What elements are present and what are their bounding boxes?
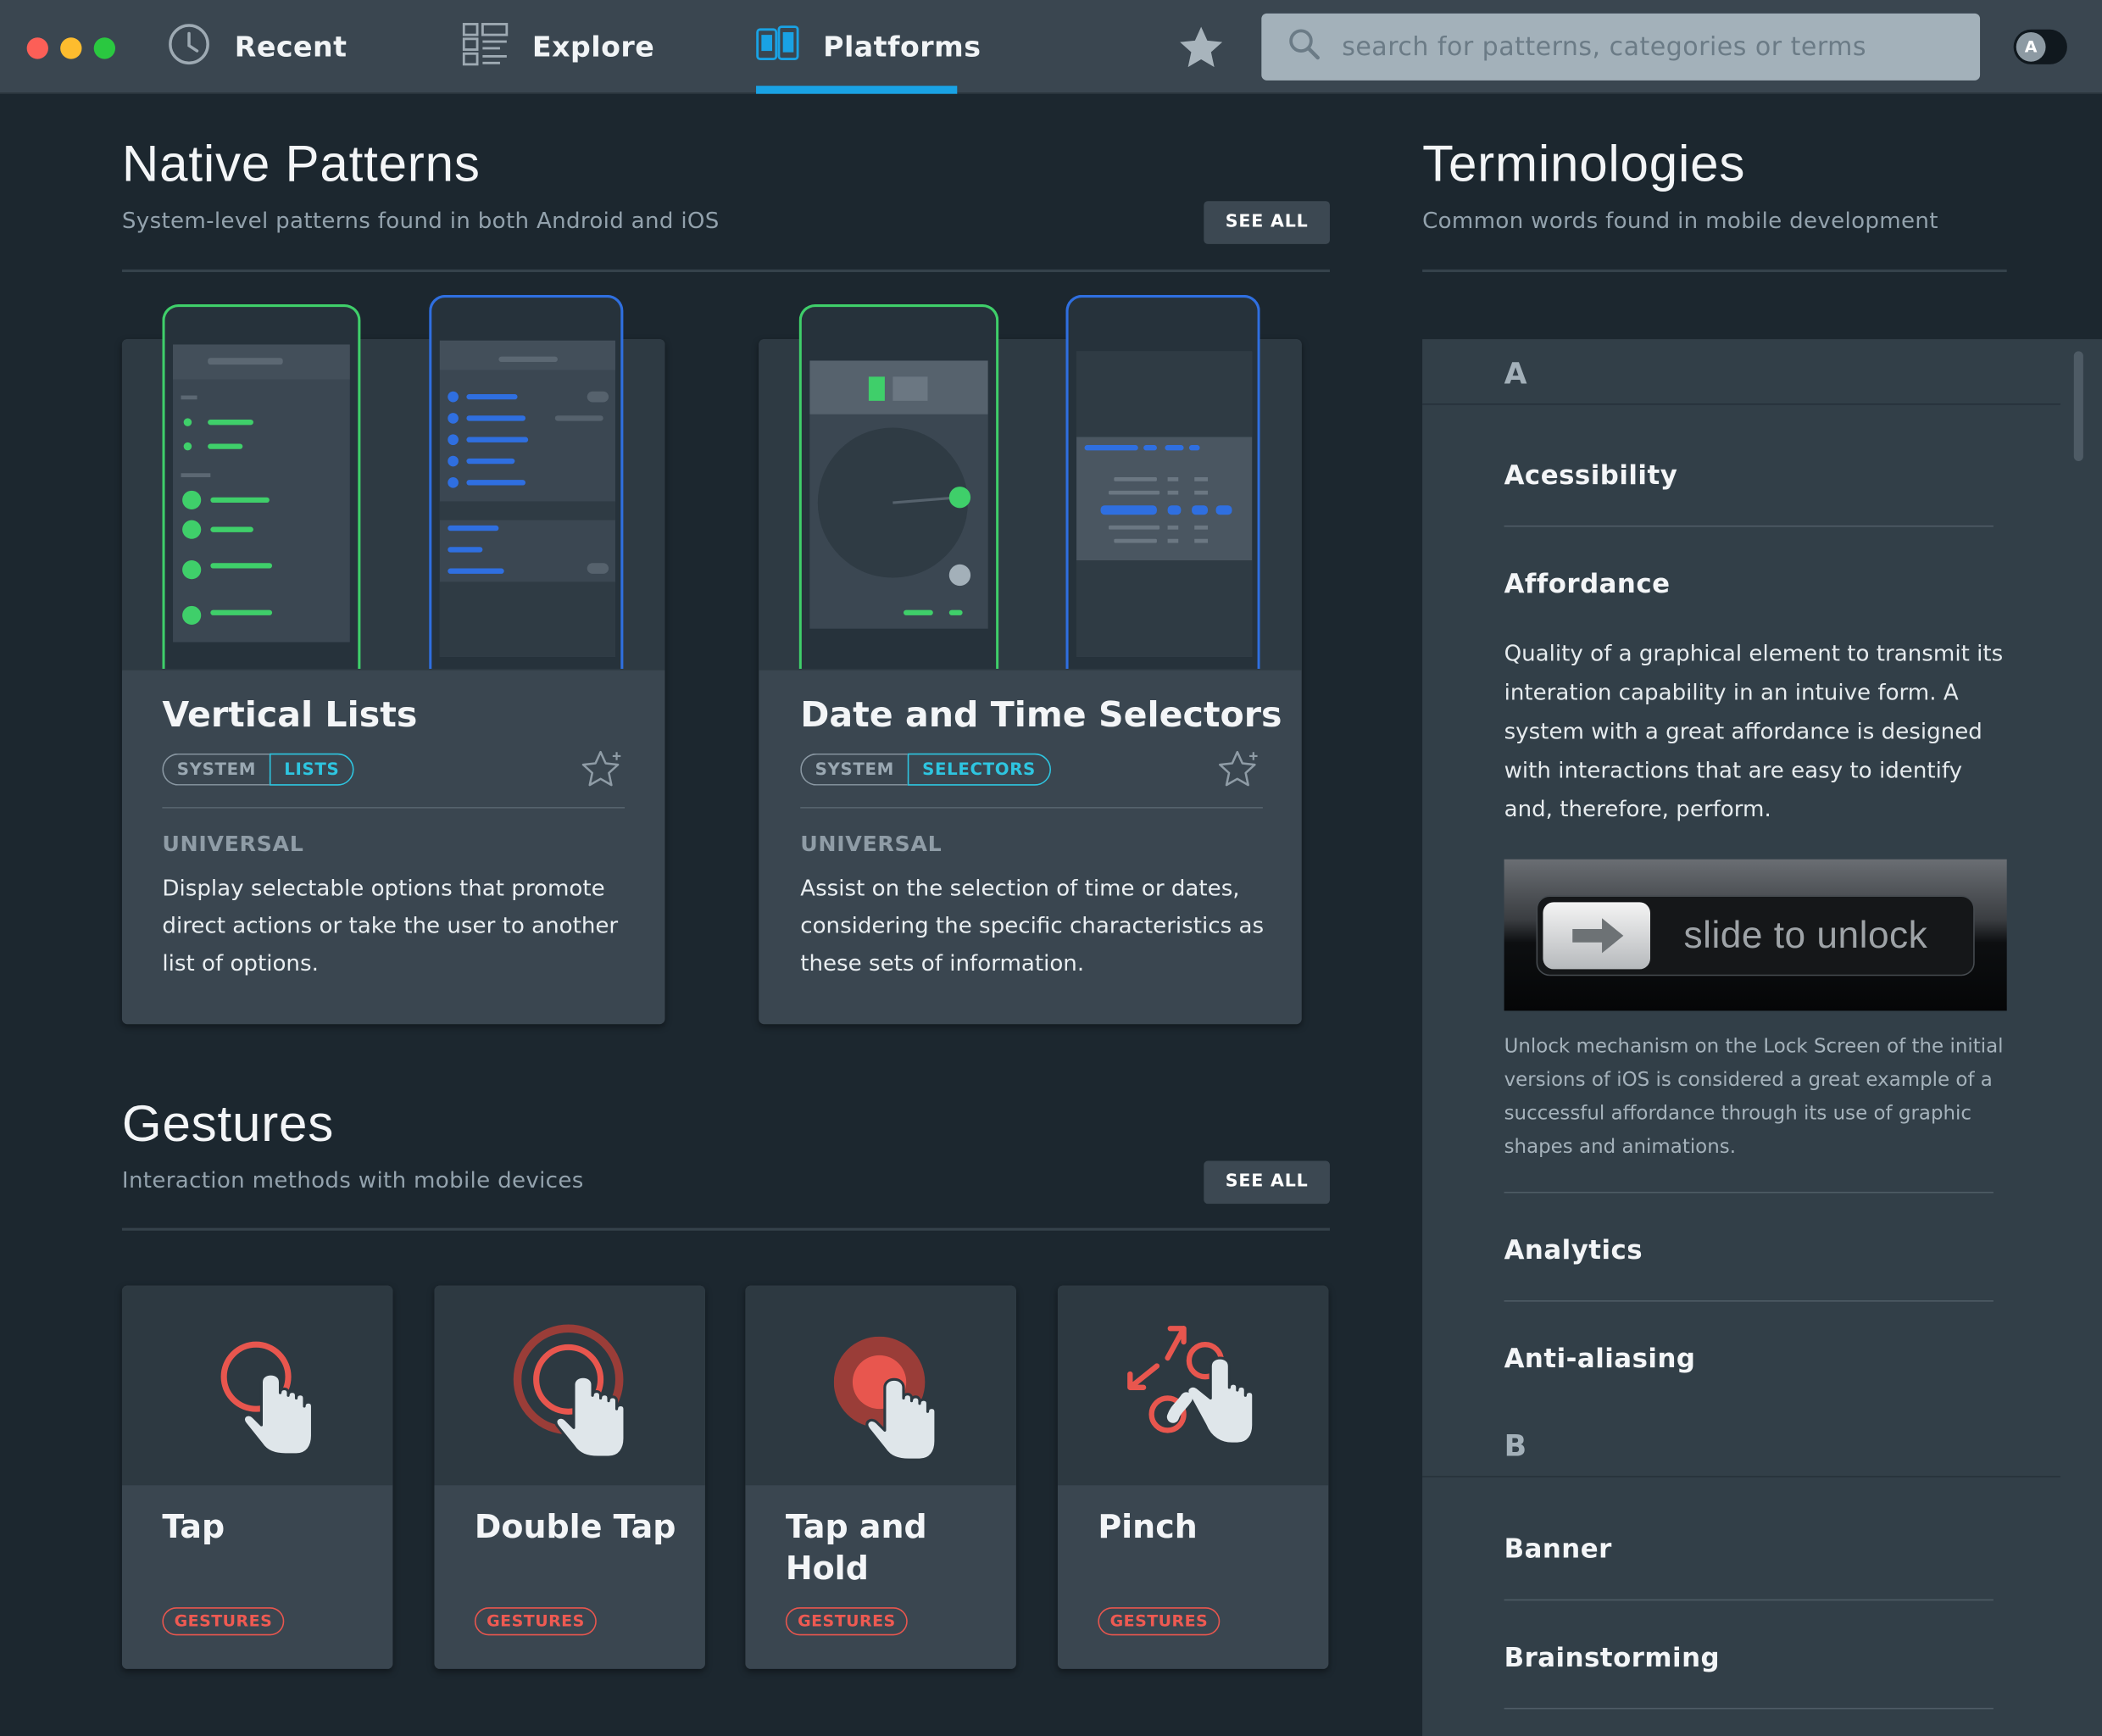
ios-phone-preview xyxy=(1065,294,1260,670)
terminology-scrollbar[interactable] xyxy=(2073,351,2083,462)
title-bar: Recent Explore Platforms search for patt… xyxy=(0,0,2102,94)
gesture-preview xyxy=(121,1285,393,1486)
favorite-star-icon[interactable] xyxy=(1217,748,1260,793)
term-divider xyxy=(1504,1707,1994,1710)
gestures-see-all-button[interactable]: SEE ALL xyxy=(1204,1160,1330,1205)
pattern-card-platform: UNIVERSAL xyxy=(162,831,304,857)
gesture-card-title: Pinch xyxy=(1098,1508,1198,1546)
pinch-gesture-icon xyxy=(1122,1321,1261,1468)
gesture-tag[interactable]: GESTURES xyxy=(474,1607,597,1636)
terminologies-divider xyxy=(1422,269,2007,273)
nav-explore[interactable]: Explore xyxy=(462,0,655,94)
gestures-divider xyxy=(121,1227,1330,1231)
term-brainstorming[interactable]: Brainstorming xyxy=(1504,1642,1720,1672)
term-affordance[interactable]: Affordance xyxy=(1504,569,1671,599)
letter-header-b: B xyxy=(1422,1411,2060,1477)
slide-knob xyxy=(1543,902,1650,970)
minimize-window-button[interactable] xyxy=(60,37,82,59)
tap-gesture-icon xyxy=(216,1337,324,1466)
slide-to-unlock-text: slide to unlock xyxy=(1683,914,1928,956)
pattern-card-description: Display selectable options that promote … xyxy=(162,875,619,976)
gesture-card-tap-and-hold[interactable]: Tap and Hold GESTURES xyxy=(745,1285,1016,1669)
native-patterns-subtitle: System-level patterns found in both Andr… xyxy=(121,208,720,234)
tag-system[interactable]: SYSTEM xyxy=(162,753,270,786)
nav-recent[interactable]: Recent xyxy=(168,0,348,94)
pattern-card-title: Date and Time Selectors xyxy=(800,695,1282,737)
gesture-card-tap[interactable]: Tap GESTURES xyxy=(121,1285,393,1669)
term-acessibility[interactable]: Acessibility xyxy=(1504,459,1678,490)
tag-system[interactable]: SYSTEM xyxy=(800,753,908,786)
native-patterns-divider xyxy=(121,269,1330,273)
zoom-window-button[interactable] xyxy=(93,37,116,59)
nav-platforms-label: Platforms xyxy=(823,31,981,64)
grid-list-icon xyxy=(462,23,509,71)
gesture-card-pinch[interactable]: Pinch GESTURES xyxy=(1057,1285,1329,1669)
nav-platforms[interactable]: Platforms xyxy=(756,0,981,94)
close-window-button[interactable] xyxy=(26,37,48,59)
active-tab-indicator xyxy=(756,86,958,94)
gesture-tag[interactable]: GESTURES xyxy=(785,1607,908,1636)
term-affordance-caption: Unlock mechanism on the Lock Screen of t… xyxy=(1504,1036,2004,1159)
tap-hold-gesture-icon xyxy=(833,1336,947,1468)
term-divider xyxy=(1504,1599,1994,1601)
account-toggle[interactable]: A xyxy=(2013,29,2067,64)
double-tap-gesture-icon xyxy=(512,1323,636,1466)
gesture-preview xyxy=(1057,1285,1329,1486)
gestures-subtitle: Interaction methods with mobile devices xyxy=(121,1167,584,1194)
terminologies-subtitle: Common words found in mobile development xyxy=(1422,208,1938,234)
pattern-card-divider xyxy=(800,807,1263,809)
pattern-card-tags: SYSTEM LISTS xyxy=(162,753,354,786)
app-window: Recent Explore Platforms search for patt… xyxy=(0,0,2102,1736)
gesture-card-title: Tap xyxy=(162,1508,225,1546)
gesture-preview xyxy=(745,1285,1016,1486)
android-phone-preview xyxy=(798,303,999,670)
native-patterns-see-all-button[interactable]: SEE ALL xyxy=(1204,201,1330,244)
slide-to-unlock-image: slide to unlock xyxy=(1504,859,2007,1011)
term-divider xyxy=(1504,1191,1994,1194)
tag-lists[interactable]: LISTS xyxy=(269,753,354,786)
term-divider xyxy=(1504,1300,1994,1302)
account-toggle-knob: A xyxy=(2016,31,2046,62)
ios-phone-preview xyxy=(429,294,624,670)
letter-label: B xyxy=(1504,1430,1527,1464)
term-banner[interactable]: Banner xyxy=(1504,1533,1612,1564)
gesture-preview xyxy=(434,1285,705,1486)
gesture-tag[interactable]: GESTURES xyxy=(1098,1607,1221,1636)
pattern-card-tags: SYSTEM SELECTORS xyxy=(800,753,1051,786)
gestures-title: Gestures xyxy=(121,1096,335,1154)
term-affordance-description: Quality of a graphical element to transm… xyxy=(1504,640,2004,822)
pattern-card-description: Assist on the selection of time or dates… xyxy=(800,875,1265,976)
term-divider xyxy=(1504,525,1994,527)
arrow-right-icon xyxy=(1572,918,1624,954)
gesture-card-double-tap[interactable]: Double Tap GESTURES xyxy=(434,1285,705,1669)
letter-label: A xyxy=(1504,358,1527,392)
term-analytics[interactable]: Analytics xyxy=(1504,1235,1643,1266)
search-placeholder: search for patterns, categories or terms xyxy=(1342,31,1867,62)
terminology-list[interactable]: A Acessibility Affordance Quality of a g… xyxy=(1422,339,2102,1736)
clock-icon xyxy=(168,23,211,71)
search-icon xyxy=(1288,28,1321,65)
pattern-card-divider xyxy=(162,807,626,809)
gesture-card-title: Tap and Hold xyxy=(785,1508,927,1588)
gesture-card-title: Double Tap xyxy=(474,1508,676,1546)
search-input[interactable]: search for patterns, categories or terms xyxy=(1261,13,1981,81)
favorite-star-icon[interactable] xyxy=(581,748,624,793)
terminologies-title: Terminologies xyxy=(1422,136,1746,193)
pattern-card-platform: UNIVERSAL xyxy=(800,831,943,857)
term-anti-aliasing[interactable]: Anti-aliasing xyxy=(1504,1344,1696,1374)
letter-header-a: A xyxy=(1422,339,2060,405)
devices-icon xyxy=(756,25,799,69)
nav-recent-label: Recent xyxy=(234,31,348,64)
tag-selectors[interactable]: SELECTORS xyxy=(907,753,1051,786)
slide-track: slide to unlock xyxy=(1536,895,1975,976)
pattern-card-title: Vertical Lists xyxy=(162,695,418,737)
star-icon[interactable] xyxy=(1177,24,1226,75)
gesture-tag[interactable]: GESTURES xyxy=(162,1607,285,1636)
android-phone-preview xyxy=(162,303,361,670)
nav-explore-label: Explore xyxy=(531,31,655,64)
native-patterns-title: Native Patterns xyxy=(121,136,481,193)
